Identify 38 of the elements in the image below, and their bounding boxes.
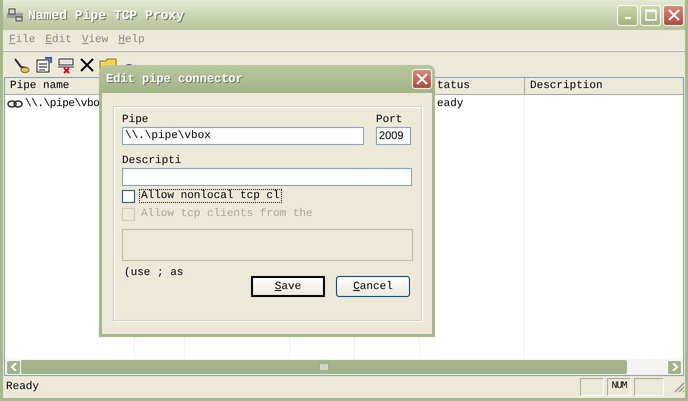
- window-title: Named Pipe TCP Proxy: [28, 8, 186, 22]
- app-icon: [6, 8, 24, 22]
- maximize-icon: [644, 9, 656, 21]
- description-field[interactable]: [122, 168, 412, 186]
- horizontal-scrollbar[interactable]: [5, 359, 683, 375]
- table-cell: eady: [437, 98, 464, 110]
- properties-icon[interactable]: [35, 56, 53, 74]
- checkbox[interactable]: [122, 190, 135, 202]
- pipe-field[interactable]: \\.\pipe\vbox: [122, 127, 364, 145]
- scroll-right-button[interactable]: [667, 360, 682, 374]
- status-text: Ready: [6, 381, 40, 393]
- close-button[interactable]: [663, 4, 684, 26]
- grip-icon: [320, 364, 328, 370]
- cancel-button[interactable]: Cancel: [336, 276, 410, 297]
- pipe-remove-icon[interactable]: [57, 56, 75, 74]
- column-header[interactable]: Description: [525, 78, 677, 94]
- status-pane: [580, 378, 604, 396]
- resize-grip[interactable]: [673, 381, 685, 393]
- scrollbar-thumb[interactable]: [21, 360, 627, 374]
- close-icon: [416, 73, 428, 85]
- field-label: Port: [376, 114, 404, 126]
- hint-text: (use ; as: [123, 266, 184, 281]
- checkbox-label[interactable]: Allow nonlocal tcp cl: [139, 189, 282, 203]
- maximize-button[interactable]: [640, 4, 661, 26]
- save-button[interactable]: Save: [251, 276, 325, 297]
- field-label: Pipe: [122, 114, 150, 126]
- status-pane: [634, 378, 664, 396]
- minimize-button[interactable]: [617, 4, 638, 26]
- table-cell: \\.\pipe\vbo: [25, 98, 100, 110]
- status-indicator: NUM: [607, 378, 631, 396]
- close-icon: [668, 9, 680, 21]
- link-icon: [7, 98, 23, 110]
- close-button[interactable]: [412, 69, 432, 89]
- field-label: Descripti: [122, 155, 182, 167]
- column-header[interactable]: tatus: [437, 80, 470, 92]
- scroll-left-button[interactable]: [6, 360, 21, 374]
- port-field[interactable]: 2009: [376, 127, 411, 145]
- delete-icon[interactable]: [79, 57, 95, 73]
